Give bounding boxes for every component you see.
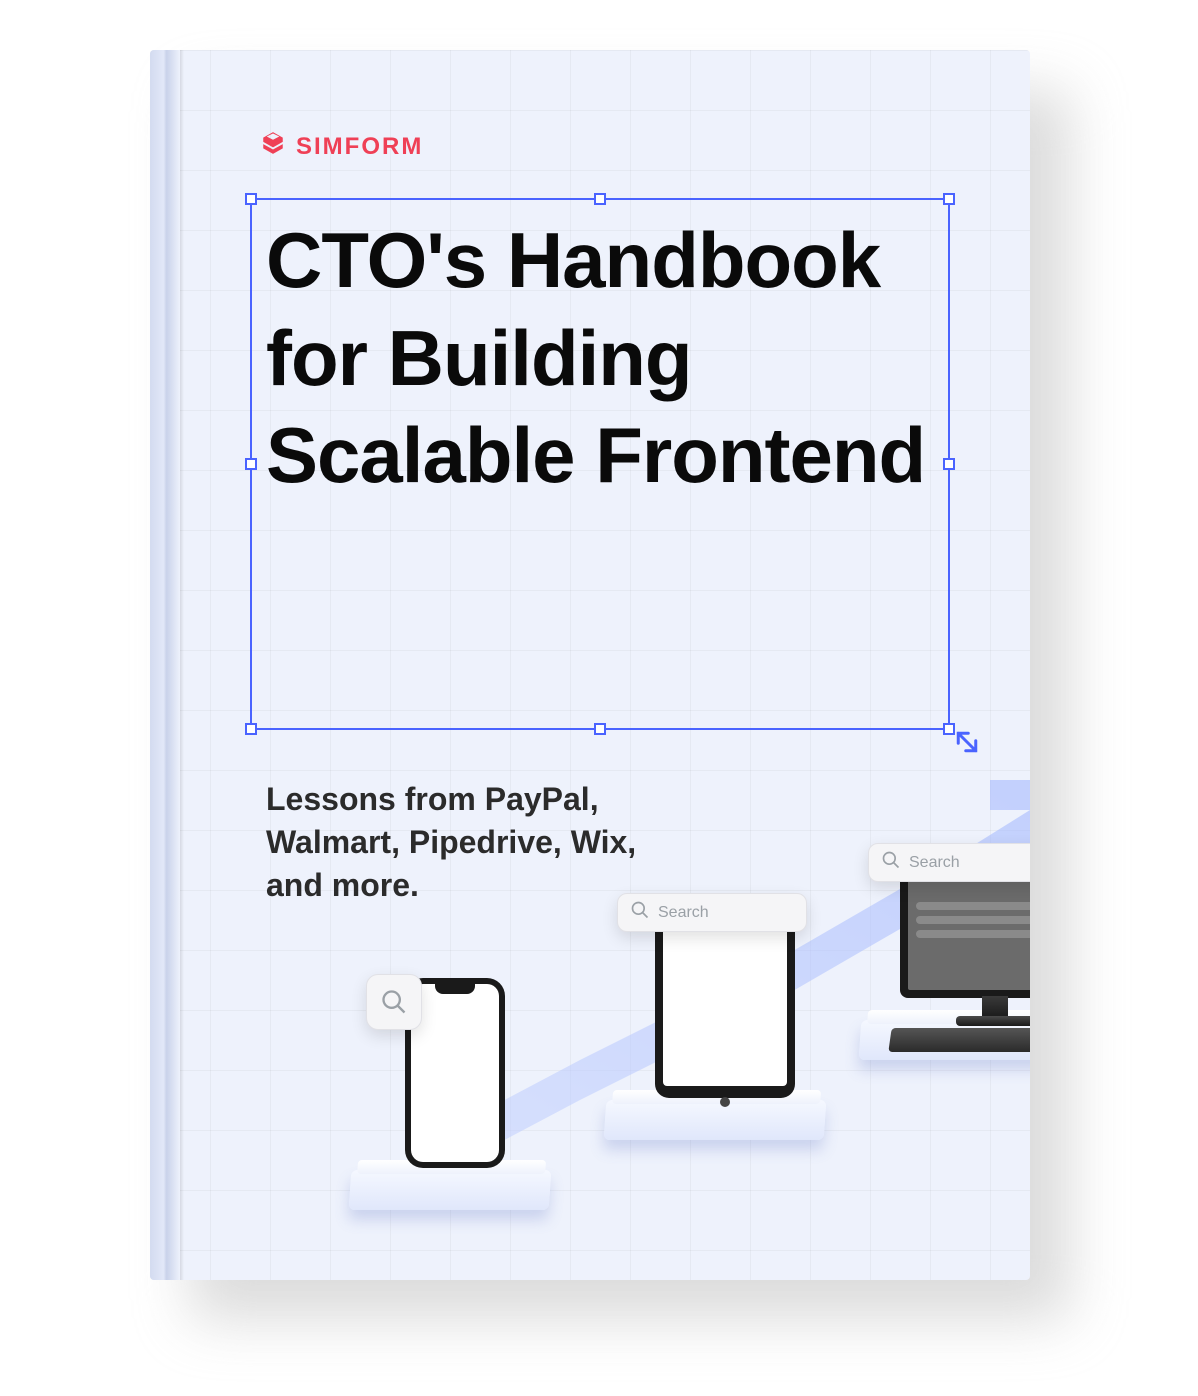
- search-icon: [881, 850, 901, 875]
- pedestal: [604, 1100, 827, 1140]
- selection-handle-mid-left[interactable]: [245, 458, 257, 470]
- brand-logo-icon: [260, 130, 286, 163]
- search-placeholder: Search: [658, 904, 709, 922]
- monitor-icon: [900, 868, 1030, 998]
- device-illustration-row: Search Search: [350, 850, 960, 1210]
- headline-text: CTO's Handbook for Building Scalable Fro…: [266, 212, 926, 505]
- tablet-icon: [655, 908, 795, 1098]
- content-area: SIMFORM CTO's Handbook for Building Scal…: [260, 130, 970, 1240]
- book-cover: SIMFORM CTO's Handbook for Building Scal…: [150, 50, 1030, 1280]
- selection-handle-top-mid[interactable]: [594, 193, 606, 205]
- search-icon: [366, 974, 422, 1030]
- pedestal: [349, 1170, 552, 1210]
- keyboard-icon: [888, 1028, 1030, 1052]
- monitor-base: [956, 1016, 1030, 1026]
- book-spine: [150, 50, 180, 1280]
- selection-handle-mid-right[interactable]: [943, 458, 955, 470]
- resize-diagonal-icon[interactable]: [952, 727, 982, 762]
- brand-logo: SIMFORM: [260, 130, 970, 163]
- selection-handle-top-left[interactable]: [245, 193, 257, 205]
- search-placeholder: Search: [909, 854, 960, 872]
- brand-name: SIMFORM: [296, 133, 423, 161]
- selection-handle-bottom-mid[interactable]: [594, 723, 606, 735]
- search-bar: Search: [617, 893, 807, 932]
- selection-handle-top-right[interactable]: [943, 193, 955, 205]
- search-bar: Search: [868, 843, 1030, 882]
- monitor-stand: [982, 996, 1008, 1018]
- selection-handle-bottom-left[interactable]: [245, 723, 257, 735]
- search-icon: [630, 900, 650, 925]
